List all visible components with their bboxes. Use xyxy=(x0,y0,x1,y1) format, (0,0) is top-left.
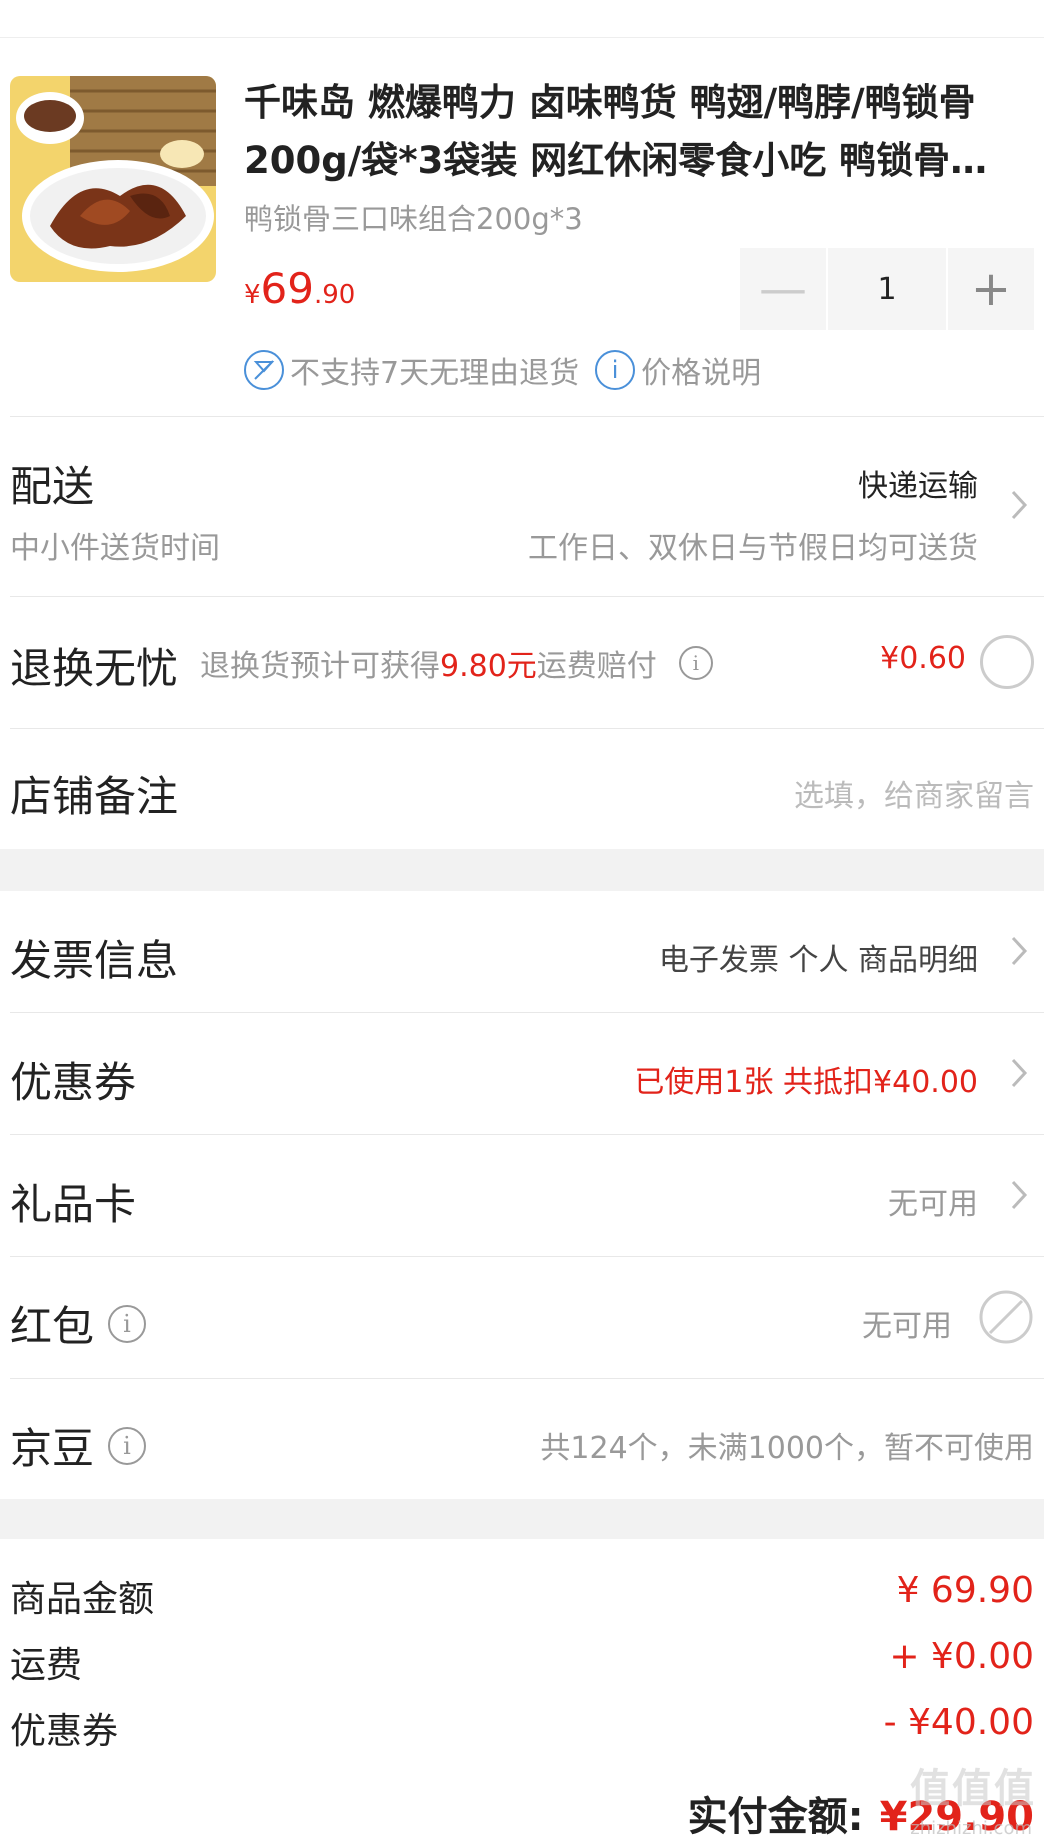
delivery-row[interactable]: 配送 快递运输 中小件送货时间 工作日、双休日与节假日均可送货 xyxy=(0,417,1044,595)
return-insurance-desc: 退换货预计可获得 9.80元 运费赔付 i xyxy=(200,641,713,685)
price-decimal: .90 xyxy=(314,280,356,310)
return-insurance-desc-prefix: 退换货预计可获得 xyxy=(200,649,440,684)
return-insurance-price: ¥0.60 xyxy=(880,641,966,676)
price-currency: ¥ xyxy=(244,280,261,310)
red-packet-label-group: 红包 i xyxy=(10,1293,147,1354)
delivery-time-value: 工作日、双休日与节假日均可送货 xyxy=(528,531,978,566)
coupon-value: 已使用1张 共抵扣¥40.00 xyxy=(634,1065,978,1100)
product-card[interactable]: 千味岛 燃爆鸭力 卤味鸭货 鸭翅/鸭脖/鸭锁骨200g/袋*3袋装 网红休闲零食… xyxy=(0,38,1044,416)
shop-note-row[interactable]: 店铺备注 选填，给商家留言 xyxy=(0,729,1044,849)
coupon-row[interactable]: 优惠券 已使用1张 共抵扣¥40.00 xyxy=(0,1013,1044,1133)
gift-card-value: 无可用 xyxy=(888,1187,978,1222)
return-insurance-checkbox[interactable] xyxy=(980,635,1034,689)
delivery-time-label: 中小件送货时间 xyxy=(10,531,220,566)
gift-card-label: 礼品卡 xyxy=(10,1180,137,1229)
jingdou-row[interactable]: 京豆 i 共124个，未满1000个，暂不可使用 xyxy=(0,1379,1044,1499)
coupon-label: 优惠券 xyxy=(10,1058,137,1107)
section-gap xyxy=(0,1499,1044,1539)
summary-goods-value: ¥ 69.90 xyxy=(896,1570,1034,1611)
summary-shipping-label: 运费 xyxy=(10,1645,83,1686)
summary-coupon-value: - ¥40.00 xyxy=(883,1702,1034,1743)
info-icon[interactable]: i xyxy=(678,646,713,680)
total-payment-label: 实付金额: xyxy=(687,1794,864,1840)
product-title[interactable]: 千味岛 燃爆鸭力 卤味鸭货 鸭翅/鸭脖/鸭锁骨200g/袋*3袋装 网红休闲零食… xyxy=(244,74,1024,190)
info-icon[interactable]: i xyxy=(595,350,636,390)
delivery-method: 快递运输 xyxy=(858,469,978,504)
red-packet-row[interactable]: 红包 i 无可用 xyxy=(0,1257,1044,1377)
shop-note-label: 店铺备注 xyxy=(10,772,179,821)
return-insurance-label: 退换无忧 xyxy=(10,644,179,693)
price-note-link[interactable]: 价格说明 xyxy=(641,348,761,392)
no-return-note: 不支持7天无理由退货 xyxy=(290,356,580,391)
chevron-right-icon[interactable] xyxy=(1004,931,1034,971)
invoice-label: 发票信息 xyxy=(10,936,179,985)
product-spec: 鸭锁骨三口味组合200g*3 xyxy=(244,202,583,236)
summary-goods-label: 商品金额 xyxy=(10,1579,155,1620)
invoice-row[interactable]: 发票信息 电子发票 个人 商品明细 xyxy=(0,891,1044,1009)
shop-note-input[interactable]: 选填，给商家留言 xyxy=(794,771,1034,815)
return-insurance-row[interactable]: 退换无忧 退换货预计可获得 9.80元 运费赔付 i ¥0.60 xyxy=(0,597,1044,727)
chevron-right-icon[interactable] xyxy=(1004,1053,1034,1093)
price-integer: 69 xyxy=(260,264,314,313)
red-packet-value: 无可用 xyxy=(862,1309,952,1344)
top-bar xyxy=(0,0,1044,38)
quantity-plus-button[interactable]: + xyxy=(948,248,1034,330)
red-packet-label: 红包 xyxy=(10,1302,95,1351)
jingdou-value: 共124个，未满1000个，暂不可使用 xyxy=(540,1431,1034,1466)
summary-shipping-value: + ¥0.00 xyxy=(889,1636,1034,1677)
summary-coupon-label: 优惠券 xyxy=(10,1711,119,1752)
quantity-minus-button[interactable]: — xyxy=(740,248,826,330)
info-icon[interactable]: i xyxy=(108,1304,147,1343)
info-icon[interactable]: i xyxy=(108,1426,147,1465)
product-notes: 不支持7天无理由退货 i 价格说明 xyxy=(244,348,761,392)
watermark-url: zhizhizhi.com xyxy=(910,1818,1032,1839)
section-gap xyxy=(0,849,1044,891)
delivery-label: 配送 xyxy=(10,462,95,511)
gift-card-row[interactable]: 礼品卡 无可用 xyxy=(0,1135,1044,1255)
no-return-icon xyxy=(244,350,284,390)
chevron-right-icon[interactable] xyxy=(1004,1175,1034,1215)
invoice-value: 电子发票 个人 商品明细 xyxy=(658,943,978,978)
summary-goods-row: 商品金额 ¥ 69.90 xyxy=(10,1570,1034,1620)
product-image[interactable] xyxy=(10,76,216,282)
product-price: ¥69.90 xyxy=(244,264,355,313)
summary-coupon-row: 优惠券 - ¥40.00 xyxy=(10,1702,1034,1752)
quantity-stepper[interactable]: — 1 + xyxy=(740,248,1034,330)
jingdou-label: 京豆 xyxy=(10,1424,95,1473)
chevron-right-icon[interactable] xyxy=(1004,485,1034,525)
return-insurance-amount: 9.80元 xyxy=(440,649,537,684)
quantity-input[interactable]: 1 xyxy=(828,248,946,330)
summary-shipping-row: 运费 + ¥0.00 xyxy=(10,1636,1034,1686)
return-insurance-desc-suffix: 运费赔付 xyxy=(536,649,657,684)
watermark-logo: 值值值 xyxy=(910,1766,1036,1812)
jingdou-label-group: 京豆 i xyxy=(10,1415,147,1476)
disabled-icon xyxy=(978,1289,1034,1345)
